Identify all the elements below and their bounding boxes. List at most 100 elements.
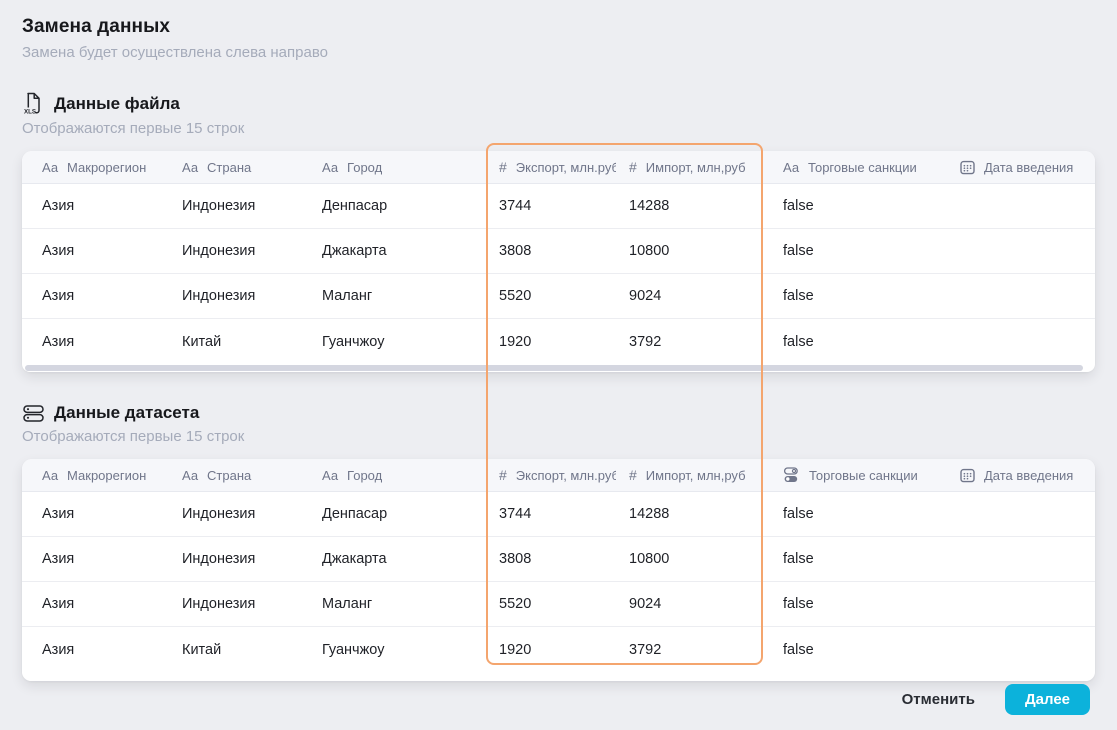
column-header-date: Дата введения <box>940 160 1095 175</box>
calendar-type-icon <box>960 468 975 483</box>
cell-sanctions: false <box>783 288 814 304</box>
dialog-footer: Отменить Далее <box>898 668 1090 730</box>
text-type-icon: Аа <box>42 467 59 483</box>
cell-macroregion: Азия <box>42 641 75 658</box>
column-label: Дата введения <box>984 159 1074 175</box>
content: Замена данных Замена будет осуществлена … <box>0 0 1117 681</box>
cell-export: 3744 <box>499 198 532 214</box>
column-header-export: # Экспорт, млн.руб <box>486 159 616 175</box>
column-header-sanctions: Торговые санкции <box>763 467 940 483</box>
cell-export: 3808 <box>499 551 532 567</box>
text-type-icon: Аа <box>42 159 59 175</box>
number-type-icon: # <box>629 467 637 483</box>
table-row: Азия Китай Гуанчжоу 1920 3792 false <box>22 319 1095 364</box>
cell-country: Индонезия <box>182 198 256 214</box>
cell-city: Денпасар <box>322 198 388 214</box>
file-data-section-header: XLS Данные файла <box>22 92 1095 115</box>
page-title: Замена данных <box>22 16 171 37</box>
dataset-icon <box>22 404 44 422</box>
table-row: Азия Индонезия Джакарта 3808 10800 false <box>22 229 1095 274</box>
column-label: Экспорт, млн.руб <box>515 159 616 175</box>
cell-macroregion: Азия <box>42 506 75 522</box>
cell-import: 10800 <box>629 551 670 567</box>
dataset-table: Аа Макрорегион Аа Страна Аа Город # Экспорт, мл… <box>22 459 1095 681</box>
boolean-type-icon <box>783 467 800 483</box>
cell-macroregion: Азия <box>42 198 75 214</box>
cell-country: Индонезия <box>182 596 256 612</box>
cell-macroregion: Азия <box>42 243 75 259</box>
section-title-file: Данные файла <box>54 93 180 113</box>
cell-sanctions: false <box>783 596 814 612</box>
cell-export: 1920 <box>499 641 532 658</box>
section-subtitle-file: Отображаются первые 15 строк <box>22 120 245 137</box>
cell-city: Денпасар <box>322 506 388 522</box>
cell-city: Маланг <box>322 288 373 304</box>
column-header-export: # Экспорт, млн.руб <box>486 467 616 483</box>
cell-export: 5520 <box>499 596 532 612</box>
column-label: Экспорт, млн.руб <box>515 467 616 483</box>
cell-city: Джакарта <box>322 551 387 567</box>
number-type-icon: # <box>629 159 637 175</box>
cell-macroregion: Азия <box>42 596 75 612</box>
table-row: Азия Индонезия Денпасар 3744 14288 false <box>22 184 1095 229</box>
column-header-country: Аа Страна <box>162 160 302 175</box>
table-row: Азия Индонезия Джакарта 3808 10800 false <box>22 537 1095 582</box>
cancel-button[interactable]: Отменить <box>898 685 979 714</box>
cell-city: Маланг <box>322 596 373 612</box>
cell-country: Индонезия <box>182 551 256 567</box>
replace-data-dialog: Замена данных Замена будет осуществлена … <box>0 0 1117 730</box>
column-header-macroregion: Аа Макрорегион <box>22 468 162 483</box>
cell-export: 1920 <box>499 333 532 350</box>
table-header-row: Аа Макрорегион Аа Страна Аа Город # Экспорт, мл… <box>22 459 1095 492</box>
cell-export: 5520 <box>499 288 532 304</box>
cell-country: Китай <box>182 641 222 658</box>
cell-import: 14288 <box>629 198 670 214</box>
column-header-import: # Импорт, млн,руб <box>616 159 763 175</box>
column-header-macroregion: Аа Макрорегион <box>22 160 162 175</box>
column-header-date: Дата введения <box>940 468 1095 483</box>
cell-import: 9024 <box>629 288 662 304</box>
next-button[interactable]: Далее <box>1004 683 1090 715</box>
column-header-city: Аа Город <box>302 468 486 483</box>
page-subtitle: Замена будет осуществлена слева направо <box>22 44 328 61</box>
text-type-icon: Аа <box>182 159 199 175</box>
cell-country: Индонезия <box>182 506 256 522</box>
file-data-table: Аа Макрорегион Аа Страна Аа Город # Экспорт, мл… <box>22 151 1095 372</box>
table-row: Азия Индонезия Маланг 5520 9024 false <box>22 274 1095 319</box>
table-row: Азия Индонезия Маланг 5520 9024 false <box>22 582 1095 627</box>
text-type-icon: Аа <box>322 467 339 483</box>
column-label: Импорт, млн,руб <box>645 159 746 175</box>
cell-macroregion: Азия <box>42 333 75 350</box>
cell-import: 3792 <box>629 333 662 350</box>
column-label: Дата введения <box>984 467 1074 483</box>
table-body: Азия Индонезия Денпасар 3744 14288 false Азия И… <box>22 184 1095 364</box>
section-title-dataset: Данные датасета <box>54 403 200 422</box>
number-type-icon: # <box>499 467 507 483</box>
column-label: Страна <box>207 159 252 175</box>
svg-text:XLS: XLS <box>24 109 36 115</box>
column-header-country: Аа Страна <box>162 468 302 483</box>
cell-city: Гуанчжоу <box>322 641 385 658</box>
table-row: Азия Китай Гуанчжоу 1920 3792 false <box>22 627 1095 672</box>
cell-country: Индонезия <box>182 288 256 304</box>
cell-sanctions: false <box>783 333 814 350</box>
column-header-sanctions: Аа Торговые санкции <box>763 160 940 175</box>
horizontal-scrollbar-thumb[interactable] <box>25 365 1083 371</box>
column-label: Город <box>347 467 383 483</box>
table-row: Азия Индонезия Денпасар 3744 14288 false <box>22 492 1095 537</box>
cell-city: Джакарта <box>322 243 387 259</box>
column-label: Торговые санкции <box>808 159 917 175</box>
column-label: Страна <box>207 467 252 483</box>
table-body: Азия Индонезия Денпасар 3744 14288 false Азия И… <box>22 492 1095 672</box>
cell-macroregion: Азия <box>42 551 75 567</box>
section-subtitle-dataset: Отображаются первые 15 строк <box>22 428 245 445</box>
cell-country: Индонезия <box>182 243 256 259</box>
column-label: Макрорегион <box>67 159 147 175</box>
cell-sanctions: false <box>783 506 814 522</box>
cell-sanctions: false <box>783 551 814 567</box>
cell-sanctions: false <box>783 243 814 259</box>
cell-sanctions: false <box>783 198 814 214</box>
cell-import: 10800 <box>629 243 670 259</box>
number-type-icon: # <box>499 159 507 175</box>
calendar-type-icon <box>960 160 975 175</box>
